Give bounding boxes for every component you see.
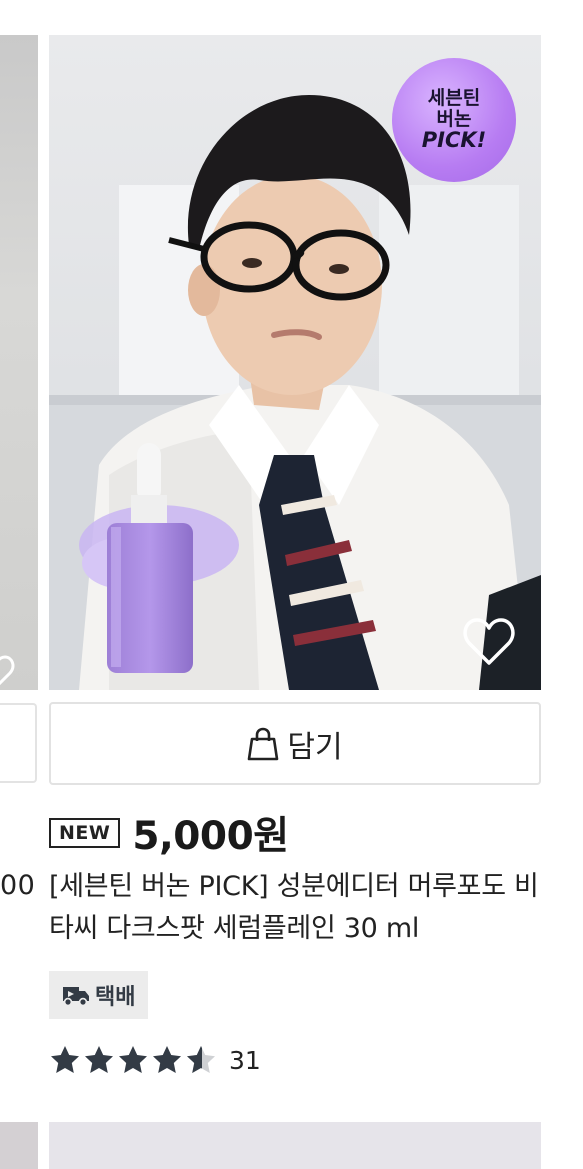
star-rating — [49, 1044, 217, 1076]
delivery-truck-icon — [63, 987, 89, 1007]
cart-button-label: 담기 — [287, 729, 343, 765]
review-count: 31 — [229, 1045, 261, 1075]
star-half-icon — [187, 1046, 215, 1073]
star-icon — [51, 1046, 79, 1073]
product-image[interactable]: 세븐틴 버논 PICK! — [49, 35, 541, 690]
new-badge: NEW — [49, 817, 121, 849]
product-price: 5,000원 — [132, 814, 289, 859]
pick-badge: 세븐틴 버논 PICK! — [392, 58, 516, 182]
next-product-image[interactable] — [49, 1122, 541, 1169]
price-row: NEW 5,000원 — [49, 808, 289, 859]
badge-line3: PICK! — [421, 128, 487, 153]
heart-outline-icon[interactable] — [461, 615, 517, 667]
add-to-cart-button[interactable]: 담기 — [49, 702, 541, 785]
badge-line1: 세븐틴 — [427, 87, 481, 110]
prev-cart-button[interactable] — [0, 703, 37, 783]
prev-product-image[interactable] — [0, 35, 38, 690]
prev-heart-icon[interactable] — [0, 653, 16, 690]
star-icon — [119, 1046, 147, 1073]
shopping-bag-icon — [248, 727, 279, 760]
next-product-image-left[interactable] — [0, 1122, 38, 1169]
prev-product-price: 00 — [0, 870, 36, 901]
star-icon — [153, 1046, 181, 1073]
product-name[interactable]: [세븐틴 버논 PICK] 성분에디터 머루포도 비타씨 다크스팟 세럼플레인 … — [49, 866, 539, 950]
badge-line2: 버논 — [436, 107, 472, 130]
rating-row: 31 — [49, 1040, 261, 1080]
delivery-badge: 택배 — [49, 971, 149, 1019]
star-icon — [85, 1046, 113, 1073]
delivery-label: 택배 — [95, 985, 136, 1010]
